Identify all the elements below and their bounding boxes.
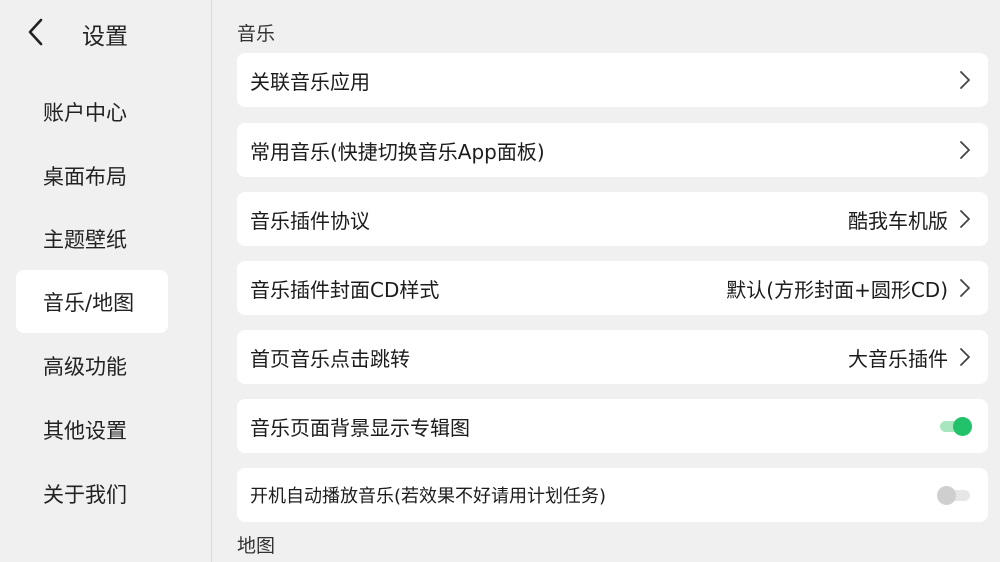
autoplay-toggle[interactable] (937, 485, 972, 505)
row-cover-cd-style[interactable]: 音乐插件封面CD样式 默认(方形封面+圆形CD) (237, 261, 988, 315)
chevron-right-icon (958, 277, 972, 299)
row-value: 酷我车机版 (848, 208, 948, 233)
toggle-thumb (937, 486, 956, 505)
row-label: 首页音乐点击跳转 (250, 346, 410, 371)
toggle-thumb (953, 417, 972, 436)
sidebar-item-advanced[interactable]: 高级功能 (16, 334, 168, 397)
section-title-music: 音乐 (237, 23, 276, 45)
row-label: 关联音乐应用 (250, 69, 370, 94)
row-label: 音乐页面背景显示专辑图 (250, 415, 470, 440)
row-favorite-music[interactable]: 常用音乐(快捷切换音乐App面板) (237, 123, 988, 177)
sidebar-item-music-map[interactable]: 音乐/地图 (16, 270, 168, 333)
album-background-toggle[interactable] (938, 416, 972, 436)
chevron-right-icon (958, 139, 972, 161)
row-music-plugin-protocol[interactable]: 音乐插件协议 酷我车机版 (237, 192, 988, 246)
chevron-right-icon (958, 69, 972, 91)
row-autoplay-on-boot: 开机自动播放音乐(若效果不好请用计划任务) (237, 468, 988, 522)
row-label: 开机自动播放音乐(若效果不好请用计划任务) (250, 486, 607, 507)
sidebar-item-other-settings[interactable]: 其他设置 (16, 398, 168, 461)
chevron-right-icon (958, 346, 972, 368)
sidebar-item-about[interactable]: 关于我们 (16, 462, 168, 525)
row-home-music-click[interactable]: 首页音乐点击跳转 大音乐插件 (237, 330, 988, 384)
row-value: 大音乐插件 (848, 346, 948, 371)
page-title: 设置 (82, 24, 128, 50)
row-album-background: 音乐页面背景显示专辑图 (237, 399, 988, 453)
row-label: 音乐插件封面CD样式 (250, 277, 440, 302)
chevron-left-icon (28, 18, 43, 46)
sidebar-item-theme-wallpaper[interactable]: 主题壁纸 (16, 207, 168, 270)
section-title-map: 地图 (237, 535, 276, 557)
sidebar-item-account[interactable]: 账户中心 (16, 80, 168, 143)
row-label: 常用音乐(快捷切换音乐App面板) (250, 139, 545, 164)
sidebar-item-desktop-layout[interactable]: 桌面布局 (16, 144, 168, 207)
back-button[interactable] (18, 14, 52, 50)
row-value: 默认(方形封面+圆形CD) (726, 277, 948, 302)
row-label: 音乐插件协议 (250, 208, 370, 233)
chevron-right-icon (958, 208, 972, 230)
sidebar: 设置 账户中心 桌面布局 主题壁纸 音乐/地图 高级功能 其他设置 关于我们 (0, 0, 212, 562)
settings-content: 音乐 关联音乐应用 常用音乐(快捷切换音乐App面板) 音乐插件协议 酷我车机版… (213, 0, 1000, 562)
row-linked-music-app[interactable]: 关联音乐应用 (237, 53, 988, 107)
